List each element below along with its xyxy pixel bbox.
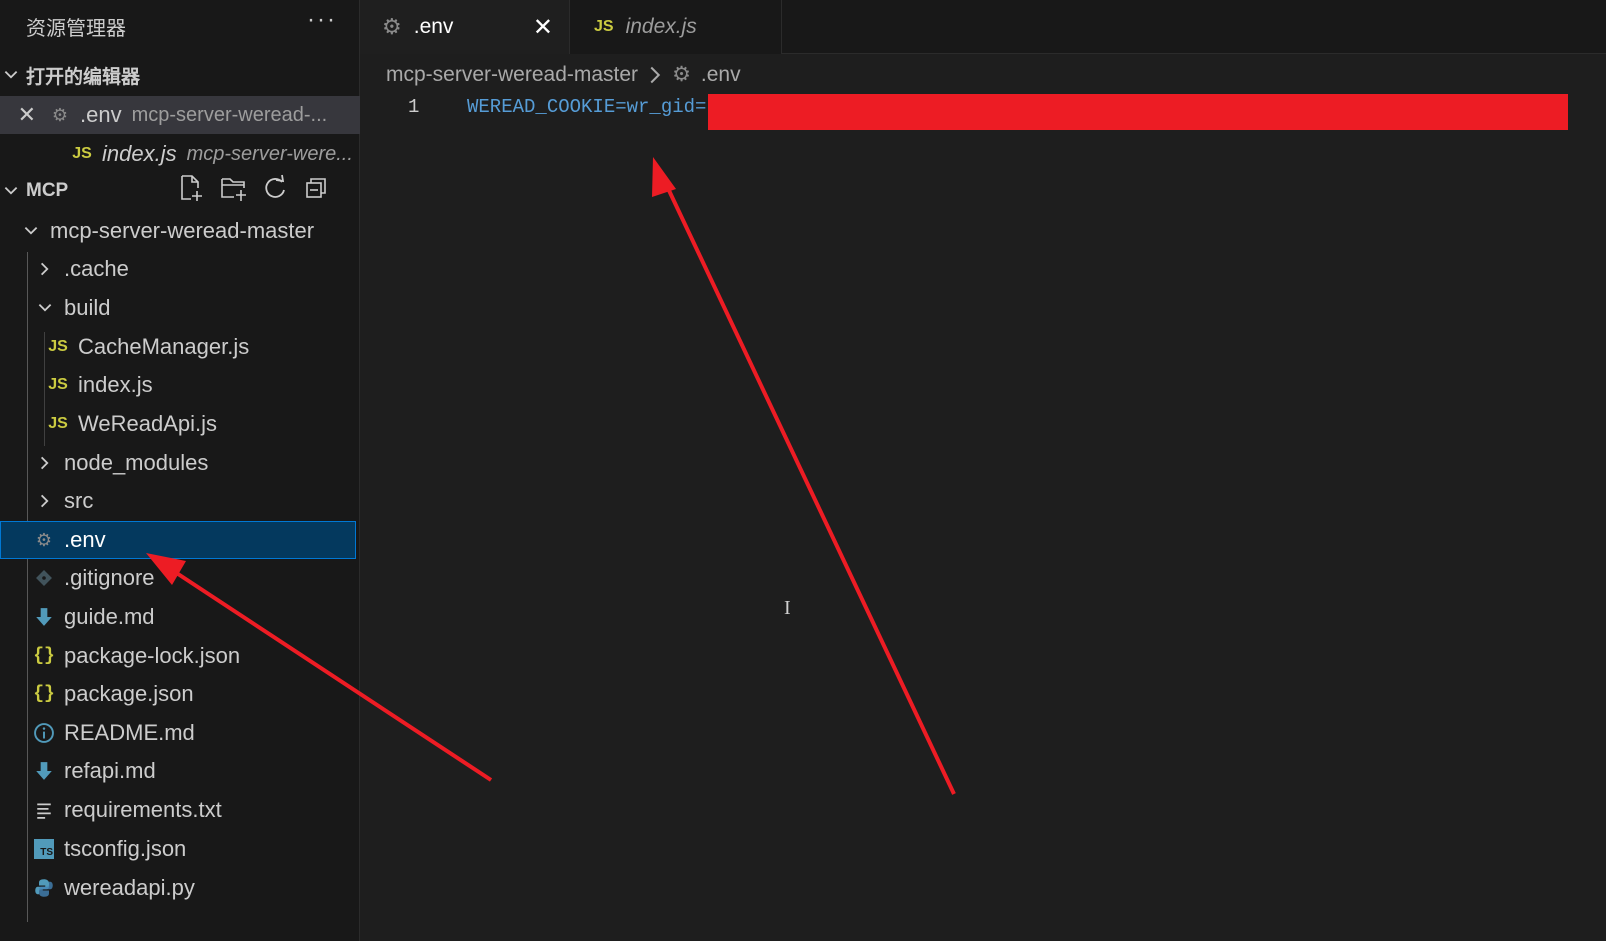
breadcrumb-folder[interactable]: mcp-server-weread-master <box>386 63 638 87</box>
close-tab-icon[interactable]: ✕ <box>533 13 553 42</box>
gear-icon: ⚙ <box>672 63 691 86</box>
refresh-icon[interactable] <box>262 174 286 200</box>
new-file-icon[interactable] <box>178 174 202 201</box>
json-icon: {} <box>33 684 55 704</box>
js-file-icon: JS <box>48 338 68 355</box>
gear-icon: ⚙ <box>51 104 69 125</box>
text-file-icon <box>32 798 56 822</box>
tab-label: .env <box>413 15 454 38</box>
tree-item-gitignore[interactable]: .gitignore <box>0 559 360 597</box>
tree-item-guide-md[interactable]: guide.md <box>0 598 360 636</box>
new-folder-icon[interactable] <box>220 174 246 201</box>
js-file-icon: JS <box>72 145 92 162</box>
tree-item-readme-md[interactable]: README.md <box>0 714 360 752</box>
chevron-right-icon <box>650 66 661 83</box>
tab-index-js[interactable]: JS index.js <box>570 0 782 54</box>
tree-item-env[interactable]: ⚙ .env <box>0 521 356 559</box>
explorer-sidebar: 资源管理器 ··· 打开的编辑器 ✕ ⚙ .env mcp-server-wer… <box>0 0 360 941</box>
line-number: 1 <box>408 96 420 118</box>
tree-item-label: mcp-server-weread-master <box>50 218 315 243</box>
python-icon <box>32 876 56 900</box>
arrow-to-cookie-line <box>652 157 956 795</box>
tree-item-label: build <box>64 295 111 320</box>
open-editor-path: mcp-server-were... <box>186 142 353 165</box>
breadcrumb: mcp-server-weread-master ⚙ .env <box>386 62 741 87</box>
tab-label: index.js <box>625 15 697 38</box>
markdown-icon <box>32 759 56 783</box>
breadcrumb-file[interactable]: .env <box>701 63 741 87</box>
tree-item-label: .cache <box>64 256 129 281</box>
chevron-right-icon <box>40 262 49 276</box>
git-icon <box>32 566 56 590</box>
tree-item-build[interactable]: build <box>0 289 360 327</box>
code-line[interactable]: WEREAD_COOKIE=wr_gid= <box>467 96 706 118</box>
tree-item-refapi-md[interactable]: refapi.md <box>0 752 360 790</box>
tree-item-requirements-txt[interactable]: requirements.txt <box>0 791 360 829</box>
chevron-down-icon <box>4 70 18 79</box>
collapse-all-icon[interactable] <box>304 174 328 200</box>
open-editor-name: .env <box>80 102 122 127</box>
tree-item-tsconfig-json[interactable]: TS tsconfig.json <box>0 830 360 868</box>
chevron-down-icon <box>4 186 18 195</box>
chevron-down-icon <box>24 226 38 235</box>
tree-root-folder[interactable]: mcp-server-weread-master <box>0 212 360 250</box>
chevron-right-icon <box>40 456 49 470</box>
explorer-toolbar <box>178 174 328 201</box>
js-file-icon: JS <box>594 18 614 35</box>
json-icon: {} <box>33 646 55 666</box>
tree-item-label: WeReadApi.js <box>78 411 217 436</box>
redaction-bar <box>708 94 1568 130</box>
tree-item-label: refapi.md <box>64 758 156 783</box>
tree-item-label: package.json <box>64 681 194 706</box>
tree-item-label: guide.md <box>64 604 155 629</box>
tree-item-label: index.js <box>78 372 153 397</box>
explorer-title: 资源管理器 <box>26 18 126 40</box>
tree-item-wereadapi-js[interactable]: JS WeReadApi.js <box>0 405 360 443</box>
typescript-icon: TS <box>32 837 56 861</box>
tree-item-label: wereadapi.py <box>64 875 195 900</box>
tree-item-package-json[interactable]: {} package.json <box>0 675 360 713</box>
tree-item-label: tsconfig.json <box>64 836 187 861</box>
workspace-label: MCP <box>26 180 69 201</box>
tree-item-index-js[interactable]: JS index.js <box>0 366 360 404</box>
open-editor-item-env[interactable]: ✕ ⚙ .env mcp-server-weread-... <box>0 96 360 134</box>
tree-item-src[interactable]: src <box>0 482 360 520</box>
ts-badge: TS <box>34 839 54 859</box>
more-actions-button[interactable]: ··· <box>307 6 337 34</box>
tree-item-cache[interactable]: .cache <box>0 250 360 288</box>
tab-env[interactable]: ⚙ .env ✕ <box>360 0 570 54</box>
tree-item-cachemanager-js[interactable]: JS CacheManager.js <box>0 328 360 366</box>
chevron-right-icon <box>40 494 49 508</box>
open-editors-header[interactable]: 打开的编辑器 <box>0 59 360 91</box>
tree-item-label: .env <box>64 527 106 552</box>
chevron-down-icon <box>38 303 52 312</box>
info-icon <box>32 721 56 745</box>
js-file-icon: JS <box>48 376 68 393</box>
tree-item-label: package-lock.json <box>64 643 241 668</box>
tree-item-label: node_modules <box>64 450 209 475</box>
open-editor-name: index.js <box>102 141 177 166</box>
tree-item-label: src <box>64 488 94 513</box>
tree-item-node-modules[interactable]: node_modules <box>0 444 360 482</box>
markdown-icon <box>32 605 56 629</box>
tree-item-package-lock-json[interactable]: {} package-lock.json <box>0 637 360 675</box>
tree-item-label: .gitignore <box>64 565 155 590</box>
gear-icon: ⚙ <box>35 529 53 550</box>
editor-tab-bar: ⚙ .env ✕ JS index.js <box>360 0 1606 54</box>
tree-item-wereadapi-py[interactable]: wereadapi.py <box>0 869 360 907</box>
open-editors-label: 打开的编辑器 <box>26 66 141 88</box>
gear-icon: ⚙ <box>382 14 402 39</box>
tree-item-label: requirements.txt <box>64 797 222 822</box>
text-cursor-icon: I <box>784 597 791 619</box>
tree-item-label: README.md <box>64 720 195 745</box>
open-editor-path: mcp-server-weread-... <box>131 103 328 126</box>
open-editor-item-index-js[interactable]: JS index.js mcp-server-were... <box>0 135 360 173</box>
js-file-icon: JS <box>48 415 68 432</box>
tree-item-label: CacheManager.js <box>78 334 250 359</box>
close-icon[interactable]: ✕ <box>0 102 36 128</box>
